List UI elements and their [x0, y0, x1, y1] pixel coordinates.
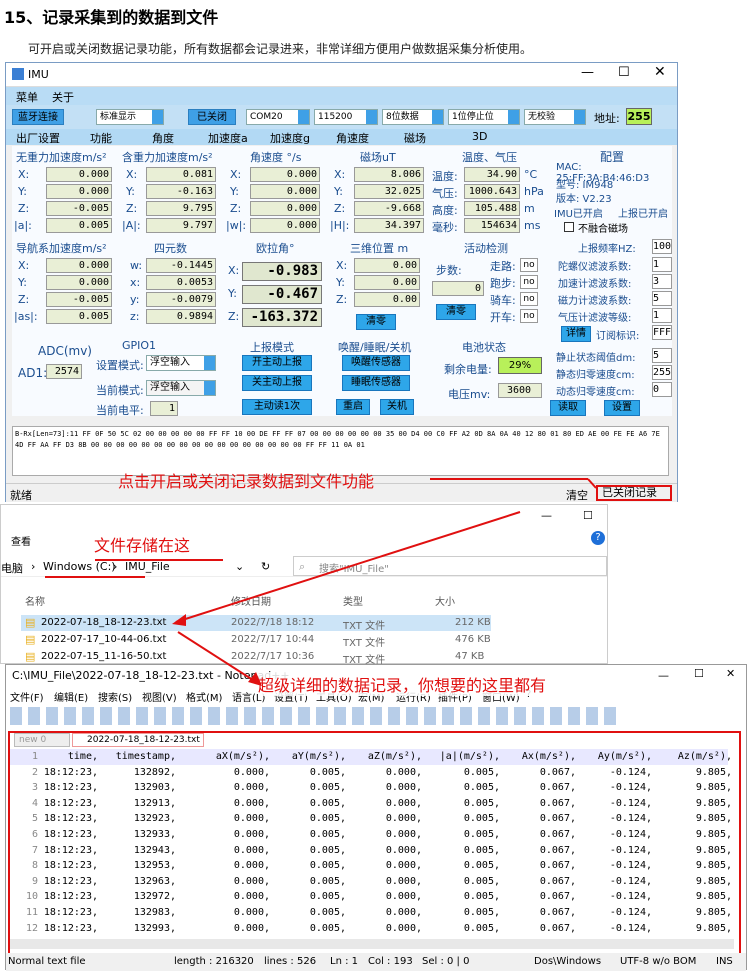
arrow-to-file	[175, 511, 521, 623]
arrow-head	[587, 478, 597, 489]
annotation-arrows	[172, 478, 597, 686]
arrowhead-icon	[172, 614, 186, 626]
arrow-to-content	[177, 631, 257, 683]
